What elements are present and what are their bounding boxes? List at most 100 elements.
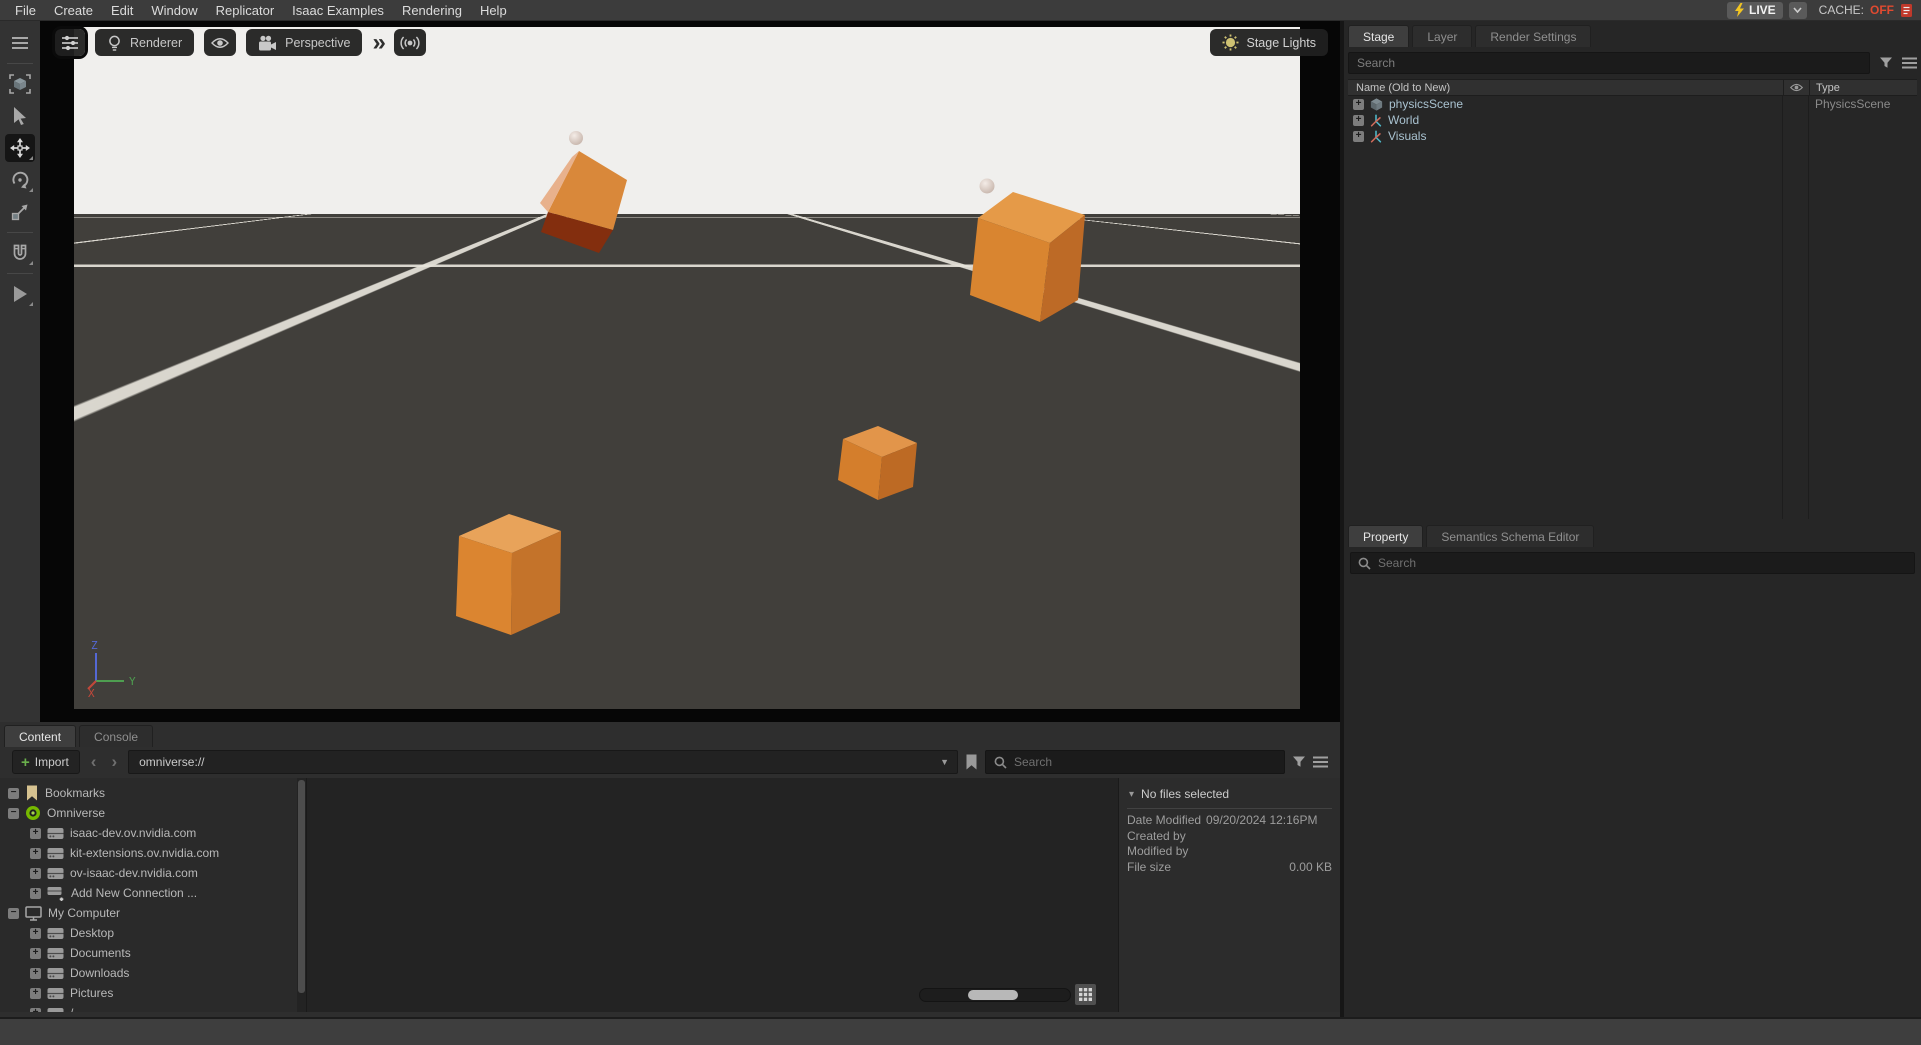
menu-help[interactable]: Help [471,0,516,21]
filter-icon[interactable] [1292,755,1306,769]
file-tree-item-omniverse[interactable]: −Omniverse [0,803,297,823]
move-tool-button[interactable] [5,134,35,162]
tree-scrollbar[interactable] [297,778,306,1012]
content-search-input[interactable] [1014,755,1276,769]
stage-tree-header[interactable]: Name (Old to New) Type [1348,79,1917,96]
snap-tool-button[interactable] [5,239,35,267]
select-tool-button[interactable] [5,102,35,130]
expand-toggle-icon[interactable]: + [1353,99,1364,110]
menu-rendering[interactable]: Rendering [393,0,471,21]
nav-back-button[interactable]: ‹ [87,751,101,773]
menu-window[interactable]: Window [142,0,206,21]
expand-toggle-icon[interactable]: + [30,948,41,959]
menu-replicator[interactable]: Replicator [207,0,284,21]
menu-edit[interactable]: Edit [102,0,142,21]
expand-toggle-icon[interactable]: + [30,1008,41,1013]
viewport-toolbar: Renderer Perspective » [55,29,426,56]
white-sphere-1[interactable] [569,131,583,145]
expand-toggle-icon[interactable]: + [30,868,41,879]
file-list-area[interactable] [306,778,1118,1012]
column-visibility-header[interactable] [1783,80,1809,95]
rotate-tool-button[interactable] [5,166,35,194]
expand-toggle-icon[interactable]: + [1353,115,1364,126]
viewport-settings-button[interactable] [55,29,85,56]
axis-gizmo: Z Y X [78,637,144,699]
renderer-button[interactable]: Renderer [95,29,194,56]
file-tree-item-desktop[interactable]: +Desktop [0,923,297,943]
stage-panel-tab-render-settings[interactable]: Render Settings [1475,25,1591,47]
stage-panel-tab-stage[interactable]: Stage [1348,25,1409,47]
file-tree-item-downloads[interactable]: +Downloads [0,963,297,983]
property-panel-tab-property[interactable]: Property [1348,525,1423,547]
import-button[interactable]: + Import [12,750,80,774]
zoom-slider-handle[interactable] [968,990,1018,1000]
live-dropdown-button[interactable] [1789,2,1807,19]
orange-cube-2[interactable] [970,192,1085,322]
stage-tree-row[interactable]: +physicsScenePhysicsScene [1348,96,1917,112]
property-search-input[interactable] [1378,556,1907,570]
right-panel: StageLayerRender Settings Name (Old to N… [1344,21,1921,1017]
file-tree-item-isaac-dev-ov-nvidia-com[interactable]: +isaac-dev.ov.nvidia.com [0,823,297,843]
expand-toggle-icon[interactable]: + [30,988,41,999]
visibility-button[interactable] [204,29,236,56]
stage-tree-row[interactable]: +Visuals [1348,128,1917,144]
path-input[interactable] [129,755,932,769]
grid-view-button[interactable] [1075,984,1096,1005]
file-tree-item-pictures[interactable]: +Pictures [0,983,297,1003]
cache-document-icon[interactable] [1900,3,1913,18]
select-box-tool-button[interactable] [5,70,35,98]
bookmark-icon[interactable] [965,754,978,770]
menu-file[interactable]: File [6,0,45,21]
server-icon [47,847,64,860]
camera-button[interactable]: Perspective [246,29,362,56]
scale-tool-button[interactable] [5,198,35,226]
zoom-slider[interactable] [919,988,1071,1002]
viewport-render-area[interactable]: Z Y X [74,27,1300,709]
expand-toolbar-chevrons[interactable]: » [372,33,383,53]
live-button[interactable]: LIVE [1727,2,1783,19]
expand-toggle-icon[interactable]: − [8,808,19,819]
file-tree-item-my-computer[interactable]: −My Computer [0,903,297,923]
content-panel-tab-content[interactable]: Content [4,725,76,747]
nav-forward-button[interactable]: › [107,751,121,773]
file-tree-item-documents[interactable]: +Documents [0,943,297,963]
column-type-header[interactable]: Type [1809,80,1917,95]
viewport[interactable]: Z Y X Renderer [40,21,1340,722]
file-tree-item-kit-extensions-ov-nvidia-com[interactable]: +kit-extensions.ov.nvidia.com [0,843,297,863]
stage-tree-row[interactable]: +World [1348,112,1917,128]
capture-button[interactable] [394,29,426,56]
stage-lights-button[interactable]: Stage Lights [1210,29,1329,56]
path-dropdown-arrow[interactable]: ▼ [932,757,957,767]
play-tool-button[interactable] [5,280,35,308]
orange-cube-3[interactable] [838,426,917,500]
content-tabbar: ContentConsole [4,725,1340,747]
file-tree-item-ov-isaac-dev-nvidia-com[interactable]: +ov-isaac-dev.nvidia.com [0,863,297,883]
stage-panel-tab-layer[interactable]: Layer [1412,25,1472,47]
file-tree-item-[interactable]: +/ [0,1003,297,1012]
white-sphere-2[interactable] [980,179,995,194]
stage-search-input[interactable] [1348,52,1870,74]
menu-create[interactable]: Create [45,0,102,21]
file-tree-item-bookmarks[interactable]: −Bookmarks [0,783,297,803]
expand-toggle-icon[interactable]: + [30,828,41,839]
expand-toggle-icon[interactable]: − [8,908,19,919]
expand-toggle-icon[interactable]: + [30,928,41,939]
expand-toggle-icon[interactable]: + [30,968,41,979]
orange-cube-4[interactable] [456,514,561,635]
expand-toggle-icon[interactable]: + [1353,131,1364,142]
content-panel-tab-console[interactable]: Console [79,725,153,747]
orange-cube-1[interactable] [540,151,627,253]
server-icon [47,947,64,960]
menu-isaac-examples[interactable]: Isaac Examples [283,0,393,21]
expand-toggle-icon[interactable]: − [8,788,19,799]
menu-tool-button[interactable] [5,29,35,57]
details-header[interactable]: ▾ No files selected [1127,784,1332,809]
expand-toggle-icon[interactable]: + [30,888,41,899]
filter-icon[interactable] [1879,56,1893,70]
column-name-header[interactable]: Name (Old to New) [1348,82,1783,94]
options-list-icon[interactable] [1313,756,1332,768]
file-tree-item-add-new-connection[interactable]: +Add New Connection ... [0,883,297,903]
expand-toggle-icon[interactable]: + [30,848,41,859]
options-list-icon[interactable] [1902,57,1917,69]
property-panel-tab-semantics-schema-editor[interactable]: Semantics Schema Editor [1426,525,1594,547]
